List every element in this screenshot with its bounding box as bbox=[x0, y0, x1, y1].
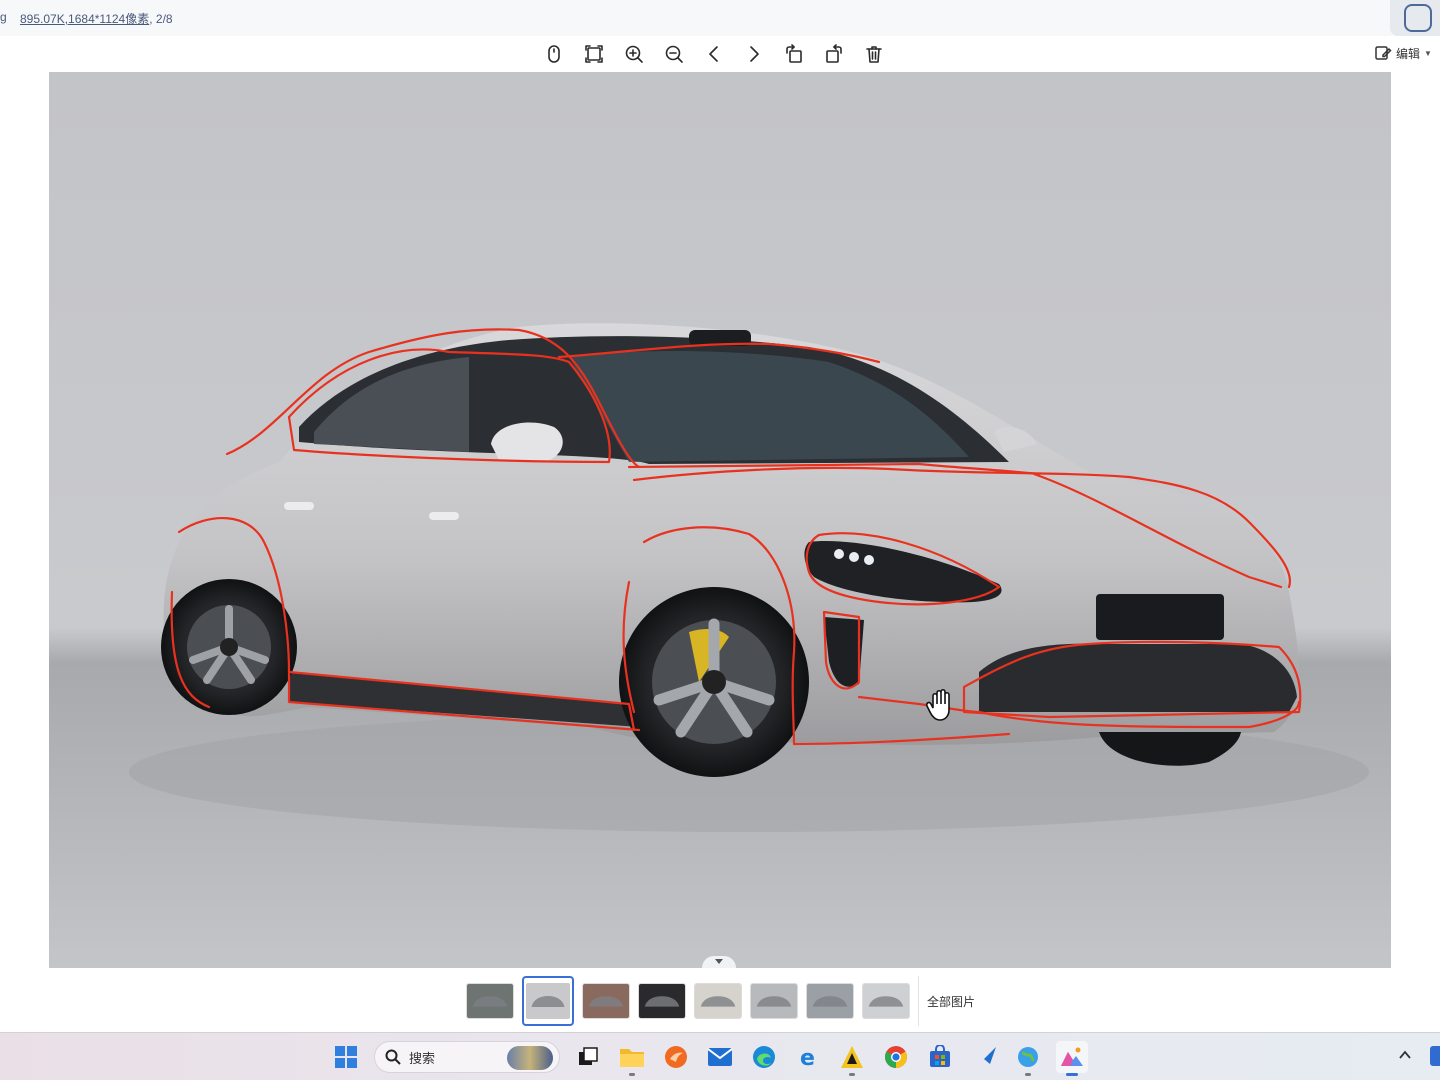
chrome-icon bbox=[885, 1046, 907, 1068]
zoom-in-icon bbox=[625, 45, 643, 63]
thumbnail-3[interactable] bbox=[582, 983, 630, 1019]
image-viewer-window: g 895.07K,1684*1124像素, 2/8 编辑 ▼ 全部图片 搜索 … bbox=[0, 0, 1440, 1080]
car-photo bbox=[49, 72, 1391, 968]
mouse-mode-button[interactable] bbox=[540, 40, 568, 68]
zoom-out-icon bbox=[665, 45, 683, 63]
system-tray-expand[interactable] bbox=[1398, 1048, 1412, 1067]
thumbnail-4[interactable] bbox=[638, 983, 686, 1019]
chrome-button[interactable] bbox=[880, 1041, 912, 1073]
filmstrip bbox=[466, 976, 910, 1026]
thumbnail-8[interactable] bbox=[862, 983, 910, 1019]
thumbnail-image bbox=[526, 983, 570, 1019]
thumbnail-image bbox=[467, 984, 513, 1018]
collapse-arrow-icon bbox=[715, 959, 723, 964]
globe-app-button[interactable] bbox=[1012, 1041, 1044, 1076]
ie-button[interactable]: e bbox=[792, 1041, 824, 1073]
rotate-right-icon bbox=[826, 44, 842, 63]
search-highlight-image bbox=[507, 1046, 553, 1070]
globe-app-icon bbox=[1018, 1047, 1038, 1067]
image-meta: 895.07K,1684*1124像素, 2/8 bbox=[20, 10, 173, 27]
task-view-button[interactable] bbox=[572, 1041, 604, 1073]
filename-fragment: g bbox=[0, 10, 7, 24]
thumbnail-image bbox=[863, 984, 909, 1018]
edit-button[interactable]: 编辑 ▼ bbox=[1374, 44, 1432, 62]
image-canvas[interactable] bbox=[49, 72, 1391, 968]
filmstrip-toggle[interactable] bbox=[702, 956, 736, 968]
thumbnail-5[interactable] bbox=[694, 983, 742, 1019]
trash-icon bbox=[866, 46, 882, 63]
photo-viewer-icon bbox=[1061, 1047, 1083, 1066]
thumbnail-2[interactable] bbox=[522, 976, 574, 1026]
yellow-a-icon bbox=[841, 1046, 863, 1068]
edge-button[interactable] bbox=[748, 1041, 780, 1073]
windows-start-icon bbox=[335, 1046, 357, 1068]
zoom-out-button[interactable] bbox=[660, 40, 688, 68]
bird-app-button[interactable] bbox=[968, 1041, 1000, 1073]
rotate-right-button[interactable] bbox=[820, 40, 848, 68]
yellow-app-button[interactable] bbox=[836, 1041, 868, 1076]
chevron-right-icon bbox=[750, 46, 759, 62]
file-size[interactable]: 895.07K bbox=[20, 12, 65, 26]
viewer-toolbar bbox=[540, 40, 888, 70]
fit-screen-button[interactable] bbox=[580, 40, 608, 68]
image-dimensions[interactable]: ,1684*1124像素 bbox=[65, 12, 150, 26]
chevron-up-icon bbox=[1399, 1050, 1411, 1059]
thumbnail-image bbox=[751, 984, 797, 1018]
delete-button[interactable] bbox=[860, 40, 888, 68]
rotate-left-button[interactable] bbox=[780, 40, 808, 68]
store-button[interactable] bbox=[924, 1041, 956, 1073]
folder-icon bbox=[620, 1049, 644, 1067]
photo-viewer-button[interactable] bbox=[1056, 1041, 1088, 1076]
orange-app-button[interactable] bbox=[660, 1041, 692, 1073]
thumbnail-6[interactable] bbox=[750, 983, 798, 1019]
next-button[interactable] bbox=[740, 40, 768, 68]
edit-dropdown-caret[interactable]: ▼ bbox=[1424, 49, 1432, 58]
orange-app-icon bbox=[665, 1046, 687, 1068]
thumbnail-image bbox=[695, 984, 741, 1018]
edit-label: 编辑 bbox=[1396, 46, 1421, 61]
thumbnail-image bbox=[639, 984, 685, 1018]
taskbar-search[interactable]: 搜索 bbox=[374, 1041, 560, 1073]
tray-app-icon[interactable] bbox=[1430, 1046, 1440, 1066]
window-corner-button[interactable] bbox=[1390, 0, 1440, 36]
chevron-left-icon bbox=[709, 46, 718, 62]
previous-button[interactable] bbox=[700, 40, 728, 68]
thumbnail-image bbox=[807, 984, 853, 1018]
zoom-in-button[interactable] bbox=[620, 40, 648, 68]
start-button[interactable] bbox=[330, 1041, 362, 1073]
all-images-label: 全部图片 bbox=[927, 994, 976, 1009]
taskbar: 搜索 e bbox=[0, 1032, 1440, 1080]
rotate-left-icon bbox=[786, 44, 802, 63]
thumbnail-image bbox=[583, 984, 629, 1018]
thumbnail-1[interactable] bbox=[466, 983, 514, 1019]
taskbar-apps: 搜索 e bbox=[330, 1039, 1088, 1076]
task-view-icon bbox=[579, 1047, 598, 1065]
fit-screen-icon bbox=[585, 45, 603, 63]
info-bar: g 895.07K,1684*1124像素, 2/8 bbox=[0, 0, 1440, 36]
edge-icon bbox=[753, 1046, 775, 1068]
mouse-icon bbox=[548, 45, 560, 63]
bird-app-icon bbox=[972, 1047, 996, 1064]
edit-icon bbox=[1375, 46, 1392, 60]
file-explorer-button[interactable] bbox=[616, 1041, 648, 1076]
store-icon bbox=[930, 1045, 950, 1067]
search-icon bbox=[385, 1049, 401, 1065]
all-images-button[interactable]: 全部图片 bbox=[918, 976, 975, 1026]
ie-icon: e bbox=[800, 1046, 815, 1069]
mail-button[interactable] bbox=[704, 1041, 736, 1073]
search-placeholder: 搜索 bbox=[409, 1050, 436, 1066]
image-position: , 2/8 bbox=[149, 12, 173, 26]
mail-icon bbox=[707, 1048, 733, 1066]
svg-text:e: e bbox=[800, 1046, 815, 1069]
window-square-icon bbox=[1404, 4, 1432, 32]
thumbnail-7[interactable] bbox=[806, 983, 854, 1019]
